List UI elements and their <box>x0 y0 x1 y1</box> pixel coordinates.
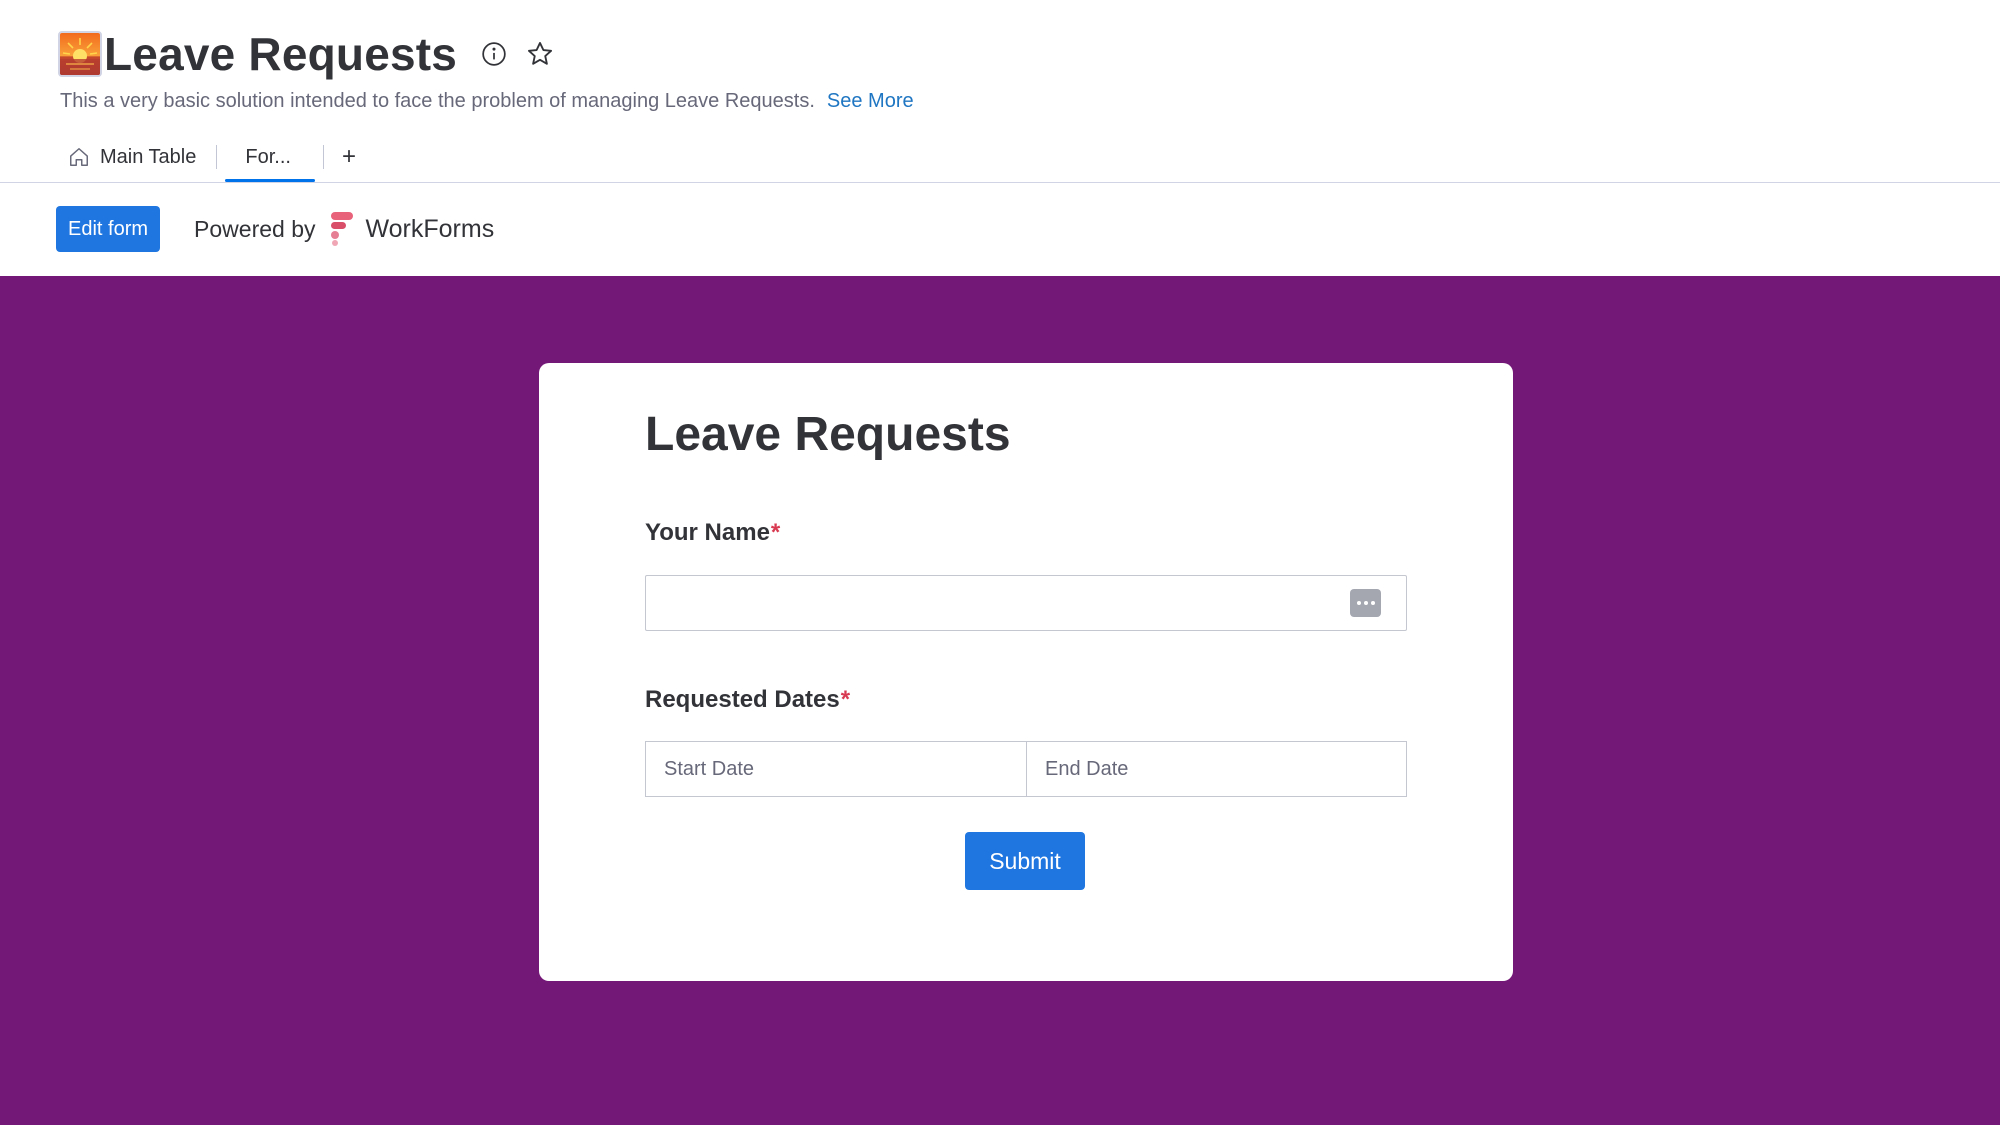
tab-form-label: For... <box>245 145 291 168</box>
tabs-divider-line <box>0 182 2000 183</box>
submit-button[interactable]: Submit <box>965 832 1085 890</box>
end-date-input[interactable] <box>1026 741 1407 797</box>
your-name-input[interactable] <box>645 575 1407 631</box>
add-view-button[interactable]: + <box>332 143 366 171</box>
home-icon <box>68 146 90 168</box>
required-asterisk: * <box>770 519 781 546</box>
board-title[interactable]: Leave Requests <box>104 27 457 81</box>
board-description: This a very basic solution intended to f… <box>60 90 914 113</box>
tab-main-table[interactable]: Main Table <box>56 132 208 182</box>
your-name-label-text: Your Name <box>645 519 770 546</box>
board-description-text: This a very basic solution intended to f… <box>60 90 815 112</box>
requested-dates-label-text: Requested Dates <box>645 686 840 713</box>
see-more-link[interactable]: See More <box>827 90 914 112</box>
workforms-brand: WorkForms <box>365 214 495 243</box>
powered-by: Powered by WorkForms <box>194 212 494 246</box>
sunrise-emoji-icon[interactable] <box>58 31 102 77</box>
form-toolbar: Edit form Powered by WorkForms <box>56 206 494 252</box>
powered-by-label: Powered by <box>194 215 316 242</box>
more-options-icon[interactable] <box>1350 589 1381 617</box>
star-icon[interactable] <box>525 39 555 69</box>
board-header: Leave Requests This a very basic solutio… <box>0 0 2000 276</box>
form-card: Leave Requests Your Name* Requested Date… <box>539 363 1513 981</box>
tab-main-table-label: Main Table <box>100 145 197 168</box>
required-asterisk: * <box>840 686 851 713</box>
board-views-tabs: Main Table For... + <box>56 132 366 182</box>
tab-divider <box>216 145 218 169</box>
tab-divider <box>322 145 324 169</box>
tab-form[interactable]: For... <box>225 132 315 182</box>
requested-dates-label: Requested Dates* <box>645 686 850 714</box>
start-date-input[interactable] <box>645 741 1027 797</box>
edit-form-button[interactable]: Edit form <box>56 206 161 252</box>
info-icon[interactable] <box>479 39 509 69</box>
your-name-label: Your Name* <box>645 519 780 547</box>
workforms-logo-icon <box>328 212 354 246</box>
form-title: Leave Requests <box>645 408 1011 461</box>
board-title-row: Leave Requests <box>58 26 555 82</box>
